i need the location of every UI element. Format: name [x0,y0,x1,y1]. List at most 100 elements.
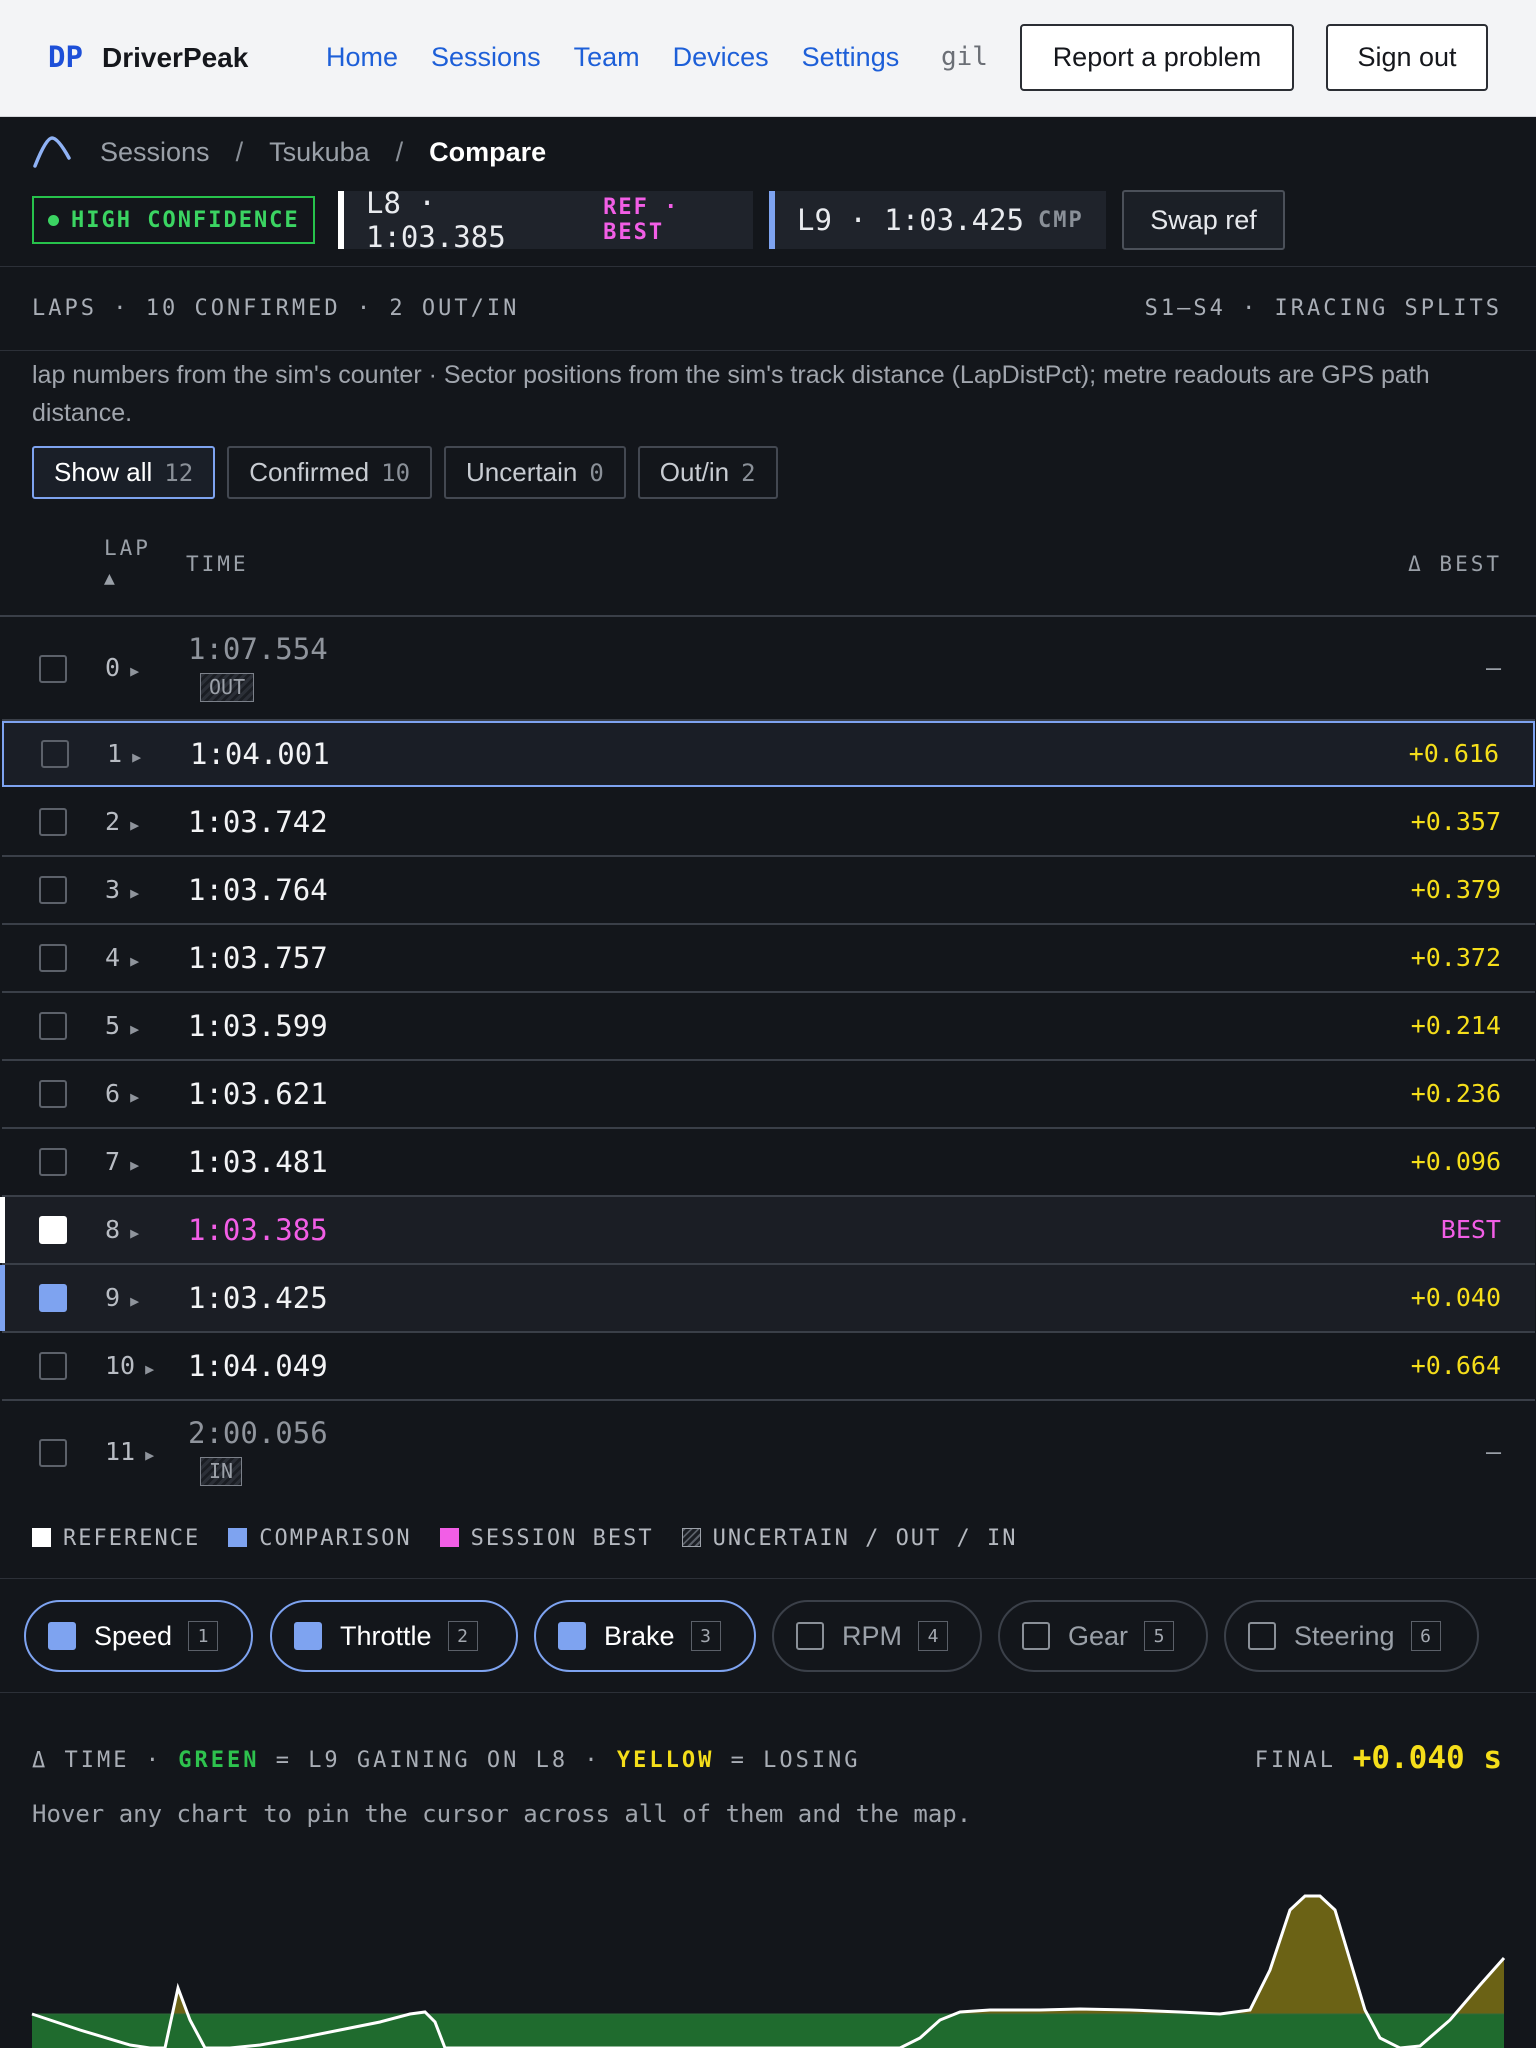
table-row[interactable]: 3 ▶ 1:03.764 +0.379 [2,857,1535,925]
column-header-lap[interactable]: LAP [104,536,151,560]
report-problem-button[interactable]: Report a problem [1020,24,1294,91]
brand-logo[interactable]: DP [48,40,83,74]
legend-label: REFERENCE [63,1526,201,1551]
row-checkbox[interactable] [39,1012,67,1040]
channel-toggle-rpm[interactable]: RPM 4 [772,1600,982,1672]
filter-out-in[interactable]: Out/in 2 [637,446,778,499]
lap-number[interactable]: 7 ▶ [105,1147,139,1176]
nav-link-home[interactable]: Home [326,42,398,73]
lap-number[interactable]: 6 ▶ [105,1079,139,1108]
table-row-comparison[interactable]: 9 ▶ 1:03.425 +0.040 [0,1265,1535,1333]
channel-toggle-speed[interactable]: Speed 1 [24,1600,253,1672]
expand-arrow-icon[interactable]: ▶ [130,816,139,834]
table-row[interactable]: 0 ▶ 1:07.554 OUT – [2,617,1535,721]
breadcrumb-track[interactable]: Tsukuba [269,137,370,168]
expand-arrow-icon[interactable]: ▶ [130,952,139,970]
column-header-time[interactable]: TIME [186,552,249,576]
lap-time: 1:03.742 [188,805,328,839]
row-checkbox[interactable] [39,1439,67,1467]
swap-ref-button[interactable]: Swap ref [1122,190,1285,250]
expand-arrow-icon[interactable]: ▶ [145,1446,154,1464]
peak-logo-icon[interactable] [32,134,72,170]
row-checkbox[interactable] [39,944,67,972]
expand-arrow-icon[interactable]: ▶ [130,1020,139,1038]
row-checkbox[interactable] [39,655,67,683]
row-checkbox-checked[interactable] [39,1284,67,1312]
shortcut-key: 3 [690,1621,721,1651]
lap-time: 1:03.764 [188,873,328,907]
comparison-lap-chip[interactable]: L9 · 1:03.425 CMP [769,191,1106,249]
row-checkbox[interactable] [39,1148,67,1176]
table-row[interactable]: 4 ▶ 1:03.757 +0.372 [2,925,1535,993]
lap-delta: +0.096 [1410,1147,1501,1176]
expand-arrow-icon[interactable]: ▶ [130,884,139,902]
reference-lap-chip[interactable]: L8 · 1:03.385 REF · BEST [338,186,753,254]
row-checkbox[interactable] [39,1352,67,1380]
filter-label: Confirmed [249,457,370,487]
lap-number[interactable]: 8 ▶ [105,1215,139,1244]
lap-number[interactable]: 11 ▶ [105,1437,154,1466]
lap-number[interactable]: 2 ▶ [105,807,139,836]
delta-time-chart[interactable] [0,1860,1536,2048]
table-row[interactable]: 5 ▶ 1:03.599 +0.214 [2,993,1535,1061]
expand-arrow-icon[interactable]: ▶ [130,1156,139,1174]
expand-arrow-icon[interactable]: ▶ [132,748,141,766]
column-header-delta[interactable]: Δ BEST [1408,552,1502,576]
expand-arrow-icon[interactable]: ▶ [130,1292,139,1310]
sort-asc-icon[interactable]: ▲ [104,568,118,589]
lap-number[interactable]: 10 ▶ [105,1351,154,1380]
channel-toggle-steering[interactable]: Steering 6 [1224,1600,1479,1672]
filter-show-all[interactable]: Show all 12 [32,446,216,499]
brand-name[interactable]: DriverPeak [102,42,248,74]
shortcut-key: 1 [188,1621,219,1651]
lap-delta: +0.664 [1410,1351,1501,1380]
nav-link-team[interactable]: Team [574,42,640,73]
table-row[interactable]: 2 ▶ 1:03.742 +0.357 [2,789,1535,857]
row-checkbox[interactable] [39,876,67,904]
reference-marker [0,1197,5,1263]
channel-toggle-brake[interactable]: Brake 3 [534,1600,756,1672]
table-row[interactable]: 10 ▶ 1:04.049 +0.664 [2,1333,1535,1401]
lap-number[interactable]: 9 ▶ [105,1283,139,1312]
legend-swatch [32,1528,51,1547]
row-checkbox[interactable] [41,740,69,768]
nav-link-sessions[interactable]: Sessions [431,42,541,73]
shortcut-key: 5 [1144,1621,1175,1651]
filter-uncertain[interactable]: Uncertain 0 [444,446,626,499]
table-row[interactable]: 7 ▶ 1:03.481 +0.096 [2,1129,1535,1197]
lap-time: 1:07.554 [188,632,328,666]
lap-number[interactable]: 4 ▶ [105,943,139,972]
lap-number[interactable]: 0 ▶ [105,653,139,682]
title-suffix: = LOSING [714,1748,861,1773]
nav-link-settings[interactable]: Settings [802,42,900,73]
lap-number[interactable]: 5 ▶ [105,1011,139,1040]
row-checkbox[interactable] [39,808,67,836]
channel-toggle-throttle[interactable]: Throttle 2 [270,1600,518,1672]
nav-link-devices[interactable]: Devices [673,42,769,73]
table-row[interactable]: 6 ▶ 1:03.621 +0.236 [2,1061,1535,1129]
checkbox-icon [48,1622,76,1650]
best-badge: BEST [1440,1215,1501,1244]
channel-toggle-gear[interactable]: Gear 5 [998,1600,1208,1672]
lap-number[interactable]: 3 ▶ [105,875,139,904]
breadcrumb-sessions[interactable]: Sessions [100,137,210,168]
shortcut-key: 6 [1410,1621,1441,1651]
expand-arrow-icon[interactable]: ▶ [145,1360,154,1378]
filter-confirmed[interactable]: Confirmed 10 [227,446,433,499]
table-row[interactable]: 11 ▶ 2:00.056 IN – [2,1401,1535,1502]
channel-label: Steering [1294,1620,1395,1651]
chart-hint: Hover any chart to pin the cursor across… [32,1800,972,1828]
sign-out-button[interactable]: Sign out [1326,24,1488,91]
lap-number[interactable]: 1 ▶ [107,739,141,768]
table-row-reference[interactable]: 8 ▶ 1:03.385 BEST [0,1197,1535,1265]
title-mid: = L9 GAINING ON L8 · [259,1748,617,1773]
expand-arrow-icon[interactable]: ▶ [130,1088,139,1106]
expand-arrow-icon[interactable]: ▶ [130,662,139,680]
table-row[interactable]: 1 ▶ 1:04.001 +0.616 [2,721,1535,787]
confidence-label: HIGH CONFIDENCE [71,207,300,233]
expand-arrow-icon[interactable]: ▶ [130,1224,139,1242]
lap-time: 1:03.385 [188,1213,328,1247]
row-checkbox-checked[interactable] [39,1216,67,1244]
row-checkbox[interactable] [39,1080,67,1108]
lap-time: 1:03.481 [188,1145,328,1179]
